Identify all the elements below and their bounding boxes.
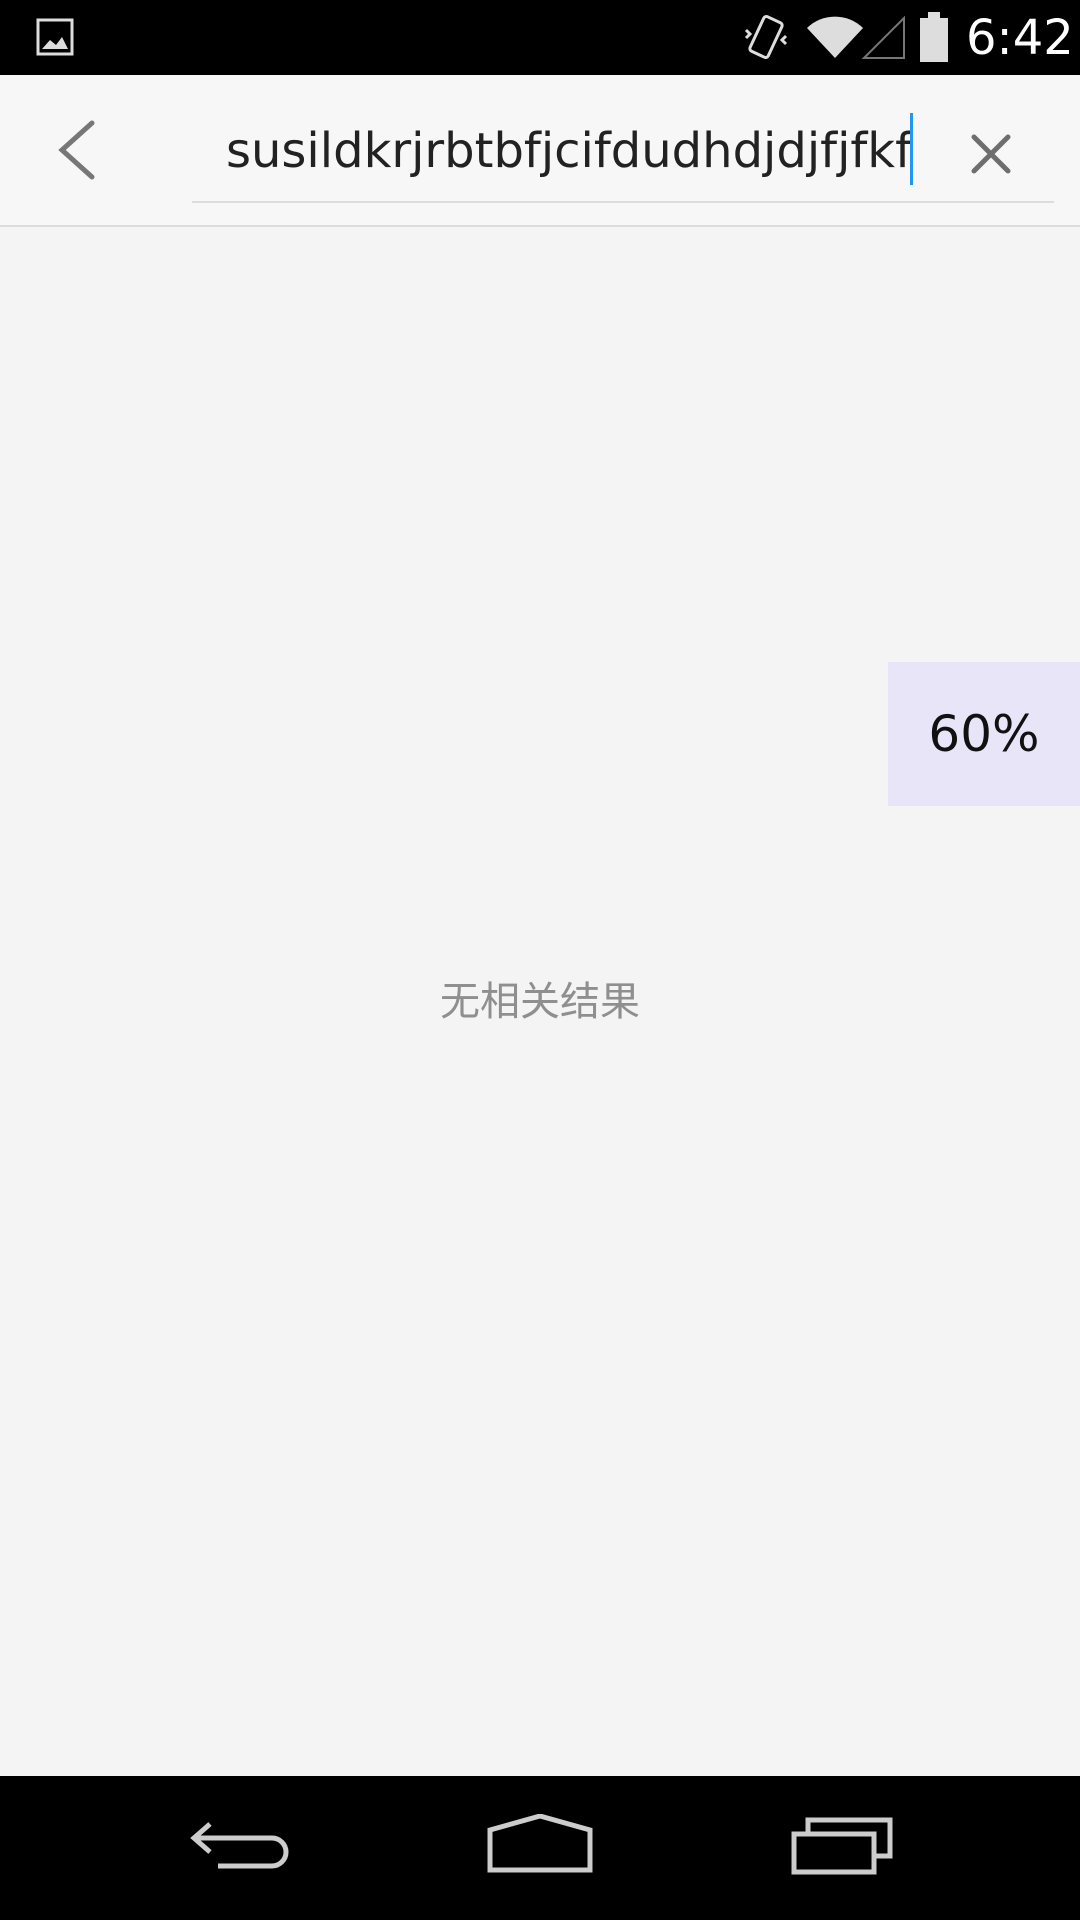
status-clock: 6:42 [966, 10, 1074, 66]
close-icon [971, 134, 1011, 174]
text-cursor [910, 113, 913, 185]
chevron-left-icon [58, 120, 95, 180]
vibrate-icon [744, 15, 788, 59]
back-button[interactable] [50, 115, 110, 185]
battery-icon [920, 12, 948, 62]
wifi-icon [807, 16, 863, 58]
recents-icon [791, 1817, 893, 1875]
gallery-icon [36, 18, 74, 56]
nav-bar [0, 1776, 1080, 1920]
search-input[interactable]: susildkrjrbtbfjcifdudhdjdjfjfkf [212, 115, 912, 187]
zoom-level-text: 60% [928, 705, 1040, 763]
search-header: susildkrjrbtbfjcifdudhdjdjfjfkf [0, 75, 1080, 227]
nav-back-button[interactable] [188, 1814, 292, 1876]
empty-results-message: 无相关结果 [440, 979, 640, 1025]
search-box: susildkrjrbtbfjcifdudhdjdjfjfkf [192, 105, 1054, 203]
search-query-text: susildkrjrbtbfjcifdudhdjdjfjfkf [225, 123, 912, 179]
nav-recents-button[interactable] [790, 1814, 894, 1876]
clear-button[interactable] [962, 125, 1020, 183]
nav-home-button[interactable] [484, 1814, 596, 1876]
signal-icon [861, 15, 905, 59]
status-bar: 6:42 [0, 0, 1080, 75]
zoom-level-badge: 60% [888, 662, 1080, 806]
back-icon [190, 1822, 289, 1869]
home-icon [487, 1814, 593, 1873]
